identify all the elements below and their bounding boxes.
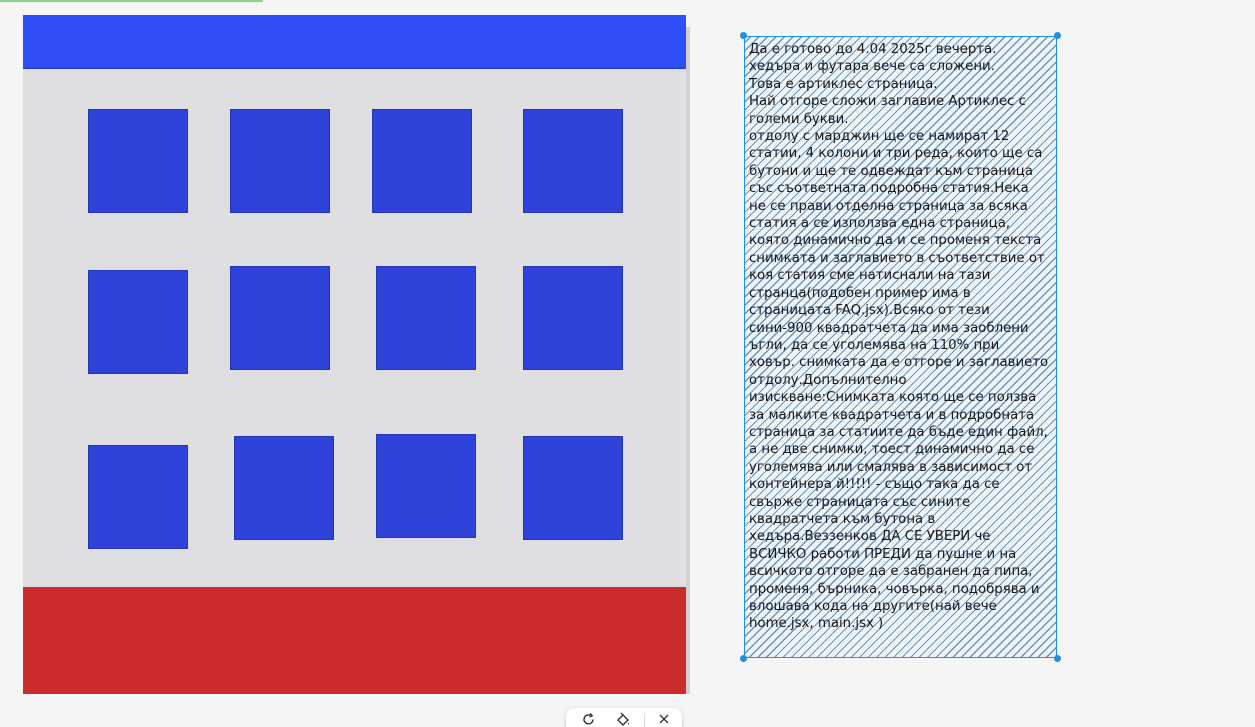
article-tile[interactable] bbox=[88, 445, 188, 549]
wireframe-header[interactable] bbox=[23, 15, 686, 69]
floating-toolbar bbox=[566, 708, 682, 727]
article-tile[interactable] bbox=[88, 109, 188, 213]
article-tile[interactable] bbox=[523, 266, 623, 370]
article-tile[interactable] bbox=[376, 266, 476, 370]
article-tile[interactable] bbox=[230, 109, 330, 213]
wireframe-footer[interactable] bbox=[23, 587, 686, 694]
sticky-note[interactable]: Да е готово до 4.04 2025г вечерта. хедър… bbox=[744, 36, 1057, 658]
article-tile[interactable] bbox=[234, 436, 334, 540]
wireframe-mockup[interactable] bbox=[23, 15, 686, 694]
paint-icon bbox=[617, 712, 629, 726]
loading-progress-bar bbox=[0, 0, 263, 2]
resize-handle-bottom-left[interactable] bbox=[740, 655, 747, 662]
article-tile[interactable] bbox=[230, 266, 330, 370]
resize-handle-bottom-right[interactable] bbox=[1054, 655, 1061, 662]
close-icon bbox=[659, 714, 669, 724]
article-tile[interactable] bbox=[523, 436, 623, 540]
frame-shadow bbox=[686, 27, 690, 694]
resize-handle-top-left[interactable] bbox=[740, 32, 747, 39]
whiteboard-canvas[interactable]: Да е готово до 4.04 2025г вечерта. хедър… bbox=[0, 0, 1255, 727]
close-button[interactable] bbox=[651, 712, 677, 727]
note-text[interactable]: Да е готово до 4.04 2025г вечерта. хедър… bbox=[749, 41, 1049, 633]
article-tile[interactable] bbox=[376, 434, 476, 538]
article-tile[interactable] bbox=[372, 109, 472, 213]
paint-button[interactable] bbox=[610, 712, 636, 727]
resize-handle-top-right[interactable] bbox=[1054, 32, 1061, 39]
toolbar-separator bbox=[644, 714, 645, 727]
article-tile[interactable] bbox=[88, 270, 188, 374]
rotate-button[interactable] bbox=[576, 712, 602, 727]
rotate-icon bbox=[583, 712, 594, 725]
article-tile[interactable] bbox=[523, 109, 623, 213]
